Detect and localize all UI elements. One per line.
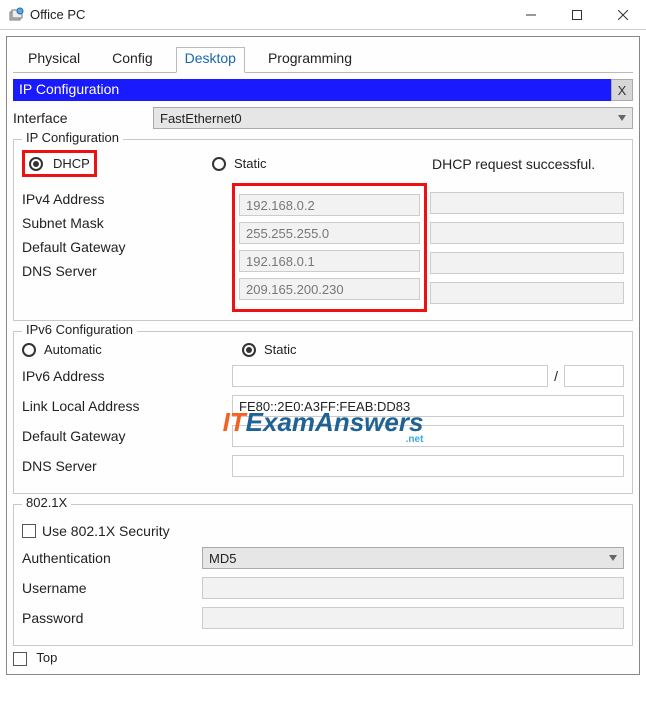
app-icon — [8, 7, 24, 23]
interface-row: Interface FastEthernet0 — [13, 107, 633, 129]
tab-programming[interactable]: Programming — [259, 47, 361, 72]
ipv6-gateway-label: Default Gateway — [22, 428, 232, 444]
subnet-mask-input[interactable]: 255.255.255.0 — [239, 222, 420, 244]
use-8021x-checkbox[interactable] — [22, 524, 36, 538]
maximize-button[interactable] — [554, 0, 600, 30]
dhcp-status: DHCP request successful. — [432, 156, 595, 172]
username-input[interactable] — [202, 577, 624, 599]
password-input[interactable] — [202, 607, 624, 629]
chevron-down-icon — [618, 115, 626, 121]
ipv6-gateway-input[interactable] — [232, 425, 624, 447]
link-local-input[interactable]: FE80::2E0:A3FF:FEAB:DD83 — [232, 395, 624, 417]
ipv4-address-label: IPv4 Address — [22, 191, 105, 207]
window-title: Office PC — [30, 7, 85, 22]
ipv6-dns-input[interactable] — [232, 455, 624, 477]
top-checkbox[interactable] — [13, 652, 27, 666]
ipv6-address-input[interactable] — [232, 365, 548, 387]
link-local-label: Link Local Address — [22, 398, 232, 414]
content-frame: Physical Config Desktop Programming IP C… — [6, 36, 640, 675]
dns-server-input-ext[interactable] — [430, 282, 624, 304]
subnet-mask-label: Subnet Mask — [22, 215, 104, 231]
minimize-button[interactable] — [508, 0, 554, 30]
ipv4-mode-row: DHCP Static DHCP request successful. — [22, 150, 624, 177]
top-label: Top — [36, 650, 57, 665]
ipv4-address-input-ext[interactable] — [430, 192, 624, 214]
dot1x-fieldset: 802.1X Use 802.1X Security Authenticatio… — [13, 504, 633, 646]
static-radio[interactable] — [212, 157, 226, 171]
tab-config[interactable]: Config — [103, 47, 161, 72]
ipv4-values-highlight: 192.168.0.2 255.255.255.0 192.168.0.1 20… — [232, 183, 427, 312]
username-label: Username — [22, 580, 202, 596]
interface-label: Interface — [13, 110, 153, 126]
panel-title-text: IP Configuration — [13, 79, 125, 101]
chevron-down-icon — [609, 555, 617, 561]
panel-close-button[interactable]: X — [611, 79, 633, 101]
ipv6-prefix-input[interactable] — [564, 365, 624, 387]
panel-header: IP Configuration X — [13, 79, 633, 101]
auth-select[interactable]: MD5 — [202, 547, 624, 569]
ipv6-legend: IPv6 Configuration — [22, 322, 137, 337]
auth-value: MD5 — [209, 551, 236, 566]
ipv6-mode-row: Automatic Static — [22, 342, 624, 357]
interface-value: FastEthernet0 — [160, 111, 242, 126]
ipv6-auto-label: Automatic — [44, 342, 102, 357]
ipv6-auto-radio[interactable] — [22, 343, 36, 357]
ipv6-address-label: IPv6 Address — [22, 368, 232, 384]
ipv4-legend: IP Configuration — [22, 130, 123, 145]
dhcp-highlight: DHCP — [22, 150, 97, 177]
ipv4-labels: IPv4 Address Subnet Mask Default Gateway… — [22, 183, 232, 312]
ipv6-prefix-sep: / — [554, 368, 558, 384]
title-bar: Office PC — [0, 0, 646, 30]
ipv4-fieldset: IP Configuration DHCP Static DHCP reques… — [13, 139, 633, 321]
dns-server-label: DNS Server — [22, 263, 97, 279]
tab-physical[interactable]: Physical — [19, 47, 89, 72]
subnet-mask-input-ext[interactable] — [430, 222, 624, 244]
ipv6-fieldset: IPv6 Configuration Automatic Static IPv6… — [13, 331, 633, 494]
auth-label: Authentication — [22, 550, 202, 566]
tab-desktop[interactable]: Desktop — [176, 47, 245, 73]
dns-server-input[interactable]: 209.165.200.230 — [239, 278, 420, 300]
interface-select[interactable]: FastEthernet0 — [153, 107, 633, 129]
dhcp-radio[interactable] — [29, 157, 43, 171]
default-gateway-input[interactable]: 192.168.0.1 — [239, 250, 420, 272]
dot1x-legend: 802.1X — [22, 495, 71, 510]
bottom-bar: Top — [13, 650, 633, 666]
ipv6-static-radio[interactable] — [242, 343, 256, 357]
ipv6-static-label: Static — [264, 342, 297, 357]
close-button[interactable] — [600, 0, 646, 30]
password-label: Password — [22, 610, 202, 626]
default-gateway-input-ext[interactable] — [430, 252, 624, 274]
ipv6-dns-label: DNS Server — [22, 458, 232, 474]
dhcp-label: DHCP — [53, 156, 90, 171]
ipv4-address-input[interactable]: 192.168.0.2 — [239, 194, 420, 216]
default-gateway-label: Default Gateway — [22, 239, 126, 255]
static-label: Static — [234, 156, 267, 171]
use-8021x-label: Use 802.1X Security — [42, 523, 170, 539]
tab-strip: Physical Config Desktop Programming — [13, 43, 633, 73]
app-window: Office PC Physical Config Desktop Progra… — [0, 0, 646, 675]
